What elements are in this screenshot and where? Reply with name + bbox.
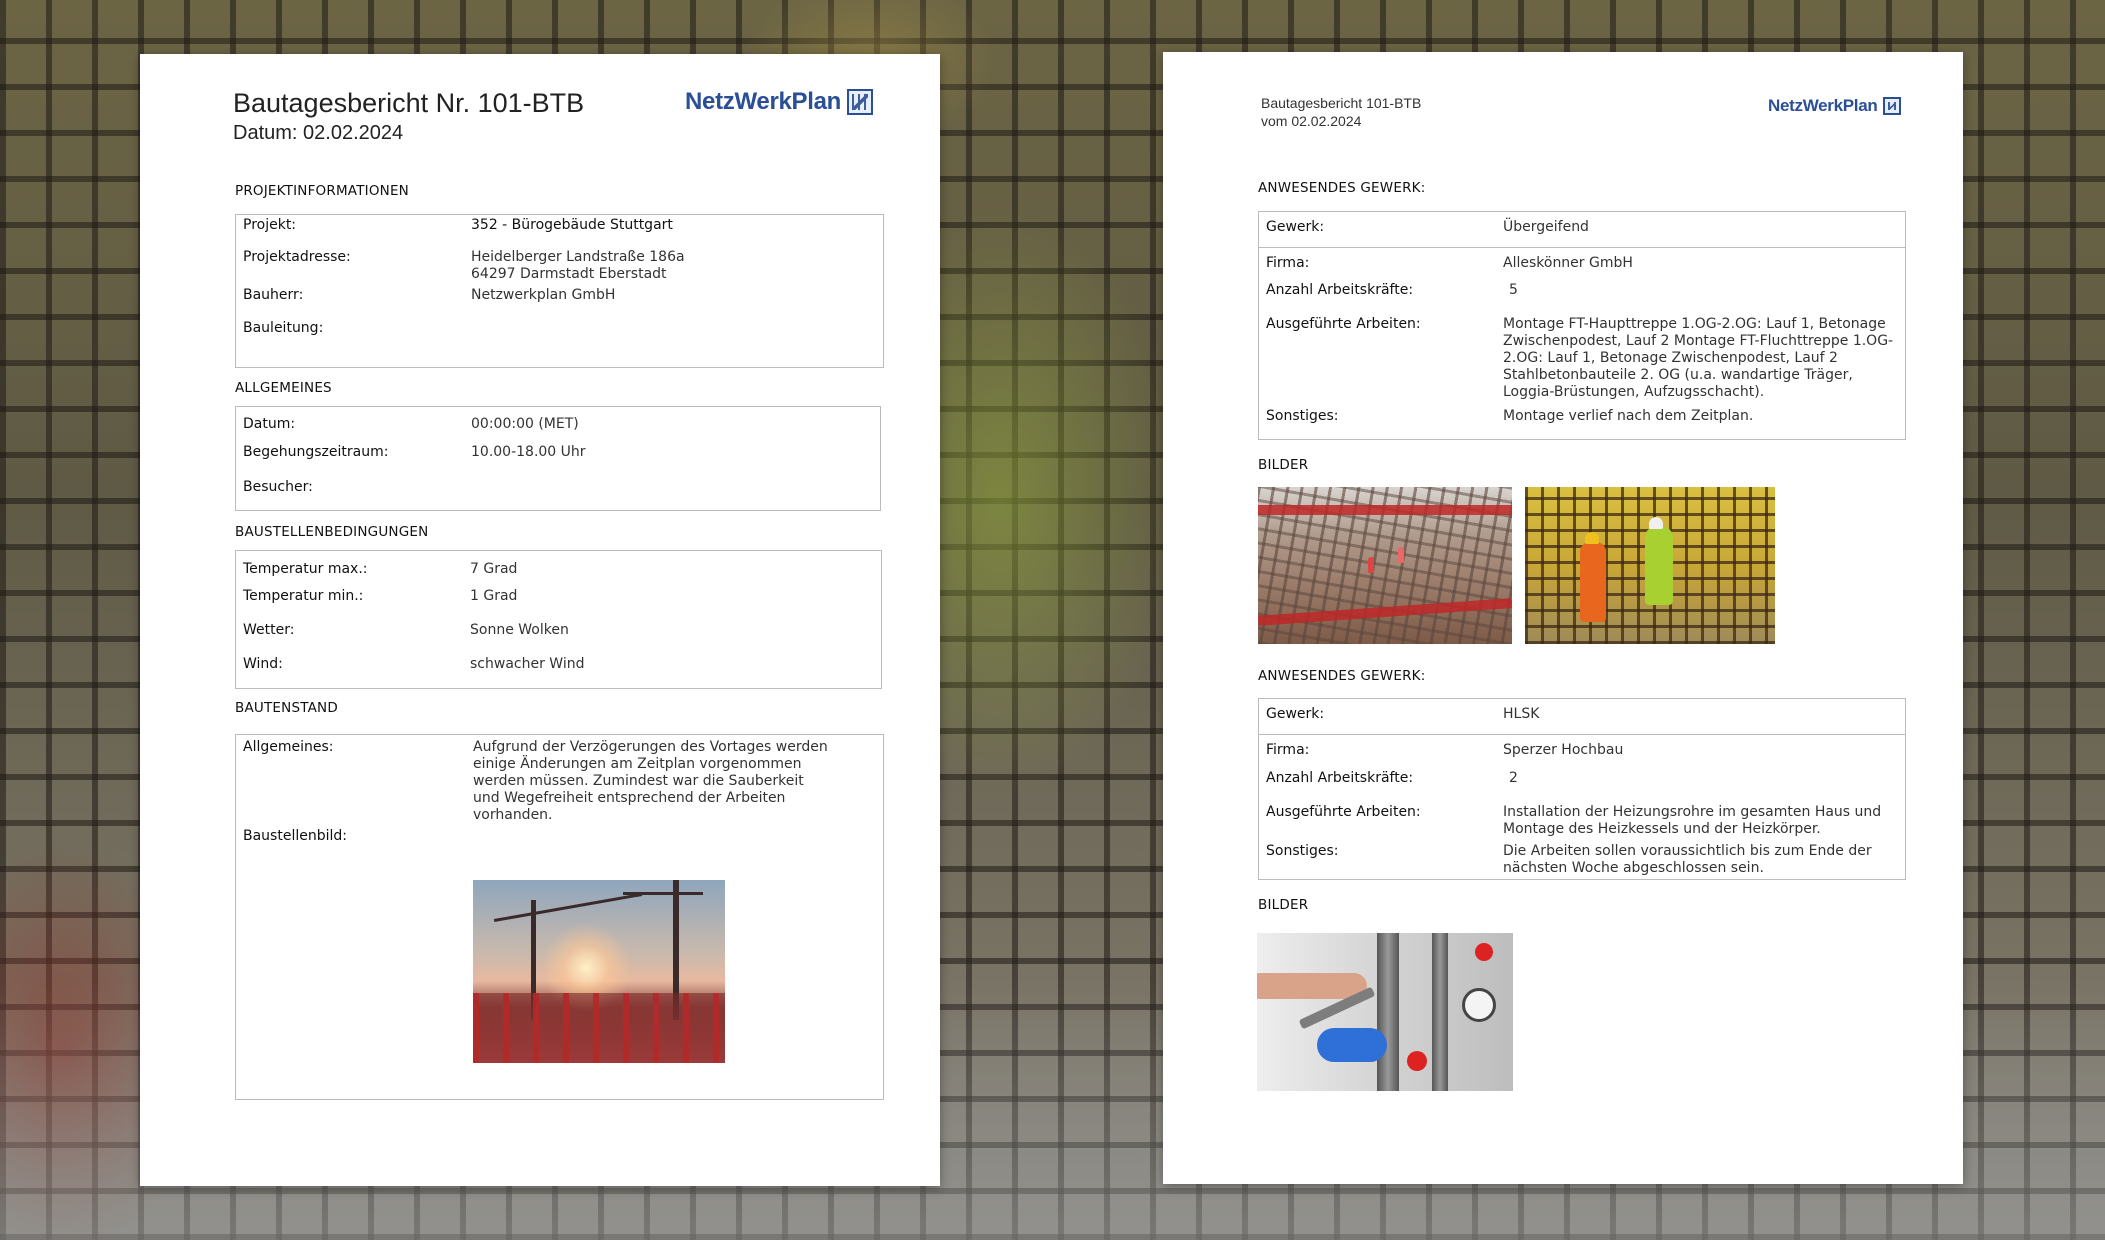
section-gewerk-1: ANWESENDES GEWERK:: [1258, 180, 1426, 196]
value-datum: 00:00:00 (MET): [471, 416, 579, 432]
value-gewerk: Übergeifend: [1503, 219, 1589, 235]
brand-name-small: NetzWerkPlan: [1768, 96, 1878, 115]
label-sonstiges: Sonstiges:: [1266, 408, 1339, 424]
brand-logo: NetzWerkPlan: [685, 88, 874, 116]
value-wind: schwacher Wind: [470, 656, 585, 672]
value-bauherr: Netzwerkplan GmbH: [471, 287, 616, 303]
label-anzahl-arbeitskraefte: Anzahl Arbeitskräfte:: [1266, 770, 1414, 786]
arbeiten-line4: Stahlbetonbauteile 2. OG (u.a. wandartig…: [1503, 367, 1853, 383]
gewerk2-divider: [1259, 734, 1905, 735]
bautenstand-text-line1: Aufgrund der Verzögerungen des Vortages …: [473, 739, 828, 755]
photo-rebar-workers: [1525, 487, 1775, 644]
label-projekt: Projekt:: [243, 217, 297, 233]
label-ausgefuehrte-arbeiten: Ausgeführte Arbeiten:: [1266, 316, 1421, 332]
value-temperatur-min: 1 Grad: [470, 588, 518, 604]
value-gewerk: HLSK: [1503, 706, 1540, 722]
label-besucher: Besucher:: [243, 479, 313, 495]
arbeiten-line1: Montage FT-Haupttreppe 1.OG-2.OG: Lauf 1…: [1503, 316, 1886, 332]
report-page-1: Bautagesbericht Nr. 101-BTB Datum: 02.02…: [140, 54, 940, 1186]
value-temperatur-max: 7 Grad: [470, 561, 518, 577]
label-projektadresse: Projektadresse:: [243, 249, 351, 265]
bautenstand-text-line5: vorhanden.: [473, 807, 553, 823]
label-gewerk: Gewerk:: [1266, 706, 1325, 722]
arbeiten-line3: 2.OG: Lauf 1, Betonage Zwischenpodest, L…: [1503, 350, 1838, 366]
value-sonstiges: Montage verlief nach dem Zeitplan.: [1503, 408, 1754, 424]
label-sonstiges: Sonstiges:: [1266, 843, 1339, 859]
label-baustellenbild: Baustellenbild:: [243, 828, 347, 844]
photo-heating-installation: [1257, 933, 1513, 1091]
value-firma: Alleskönner GmbH: [1503, 255, 1633, 271]
value-wetter: Sonne Wolken: [470, 622, 569, 638]
brand-logo-small: NetzWerkPlan: [1768, 96, 1902, 116]
bautenstand-text-line4: und Wegefreiheit entsprechend der Arbeit…: [473, 790, 786, 806]
label-anzahl-arbeitskraefte: Anzahl Arbeitskräfte:: [1266, 282, 1414, 298]
label-bauherr: Bauherr:: [243, 287, 304, 303]
page2-header-date: vom 02.02.2024: [1261, 113, 1362, 129]
brand-name: NetzWerkPlan: [685, 88, 842, 115]
label-allgemeines-bautenstand: Allgemeines:: [243, 739, 334, 755]
allgemeines-box: Datum: 00:00:00 (MET) Begehungszeitraum:…: [235, 406, 881, 511]
value-firma: Sperzer Hochbau: [1503, 742, 1624, 758]
gewerk1-box: Gewerk: Übergeifend Firma: Alleskönner G…: [1258, 211, 1906, 440]
logo-icon: [847, 89, 874, 115]
page2-header-title: Bautagesbericht 101-BTB: [1261, 95, 1422, 111]
gewerk1-divider: [1259, 247, 1905, 248]
bautenstand-text-line3: werden müssen. Zumindest war die Sauberk…: [473, 773, 804, 789]
section-projektinformationen: PROJEKTINFORMATIONEN: [235, 183, 409, 199]
arbeiten-line1: Installation der Heizungsrohre im gesamt…: [1503, 804, 1882, 820]
logo-icon: [1883, 97, 1902, 115]
label-begehungszeitraum: Begehungszeitraum:: [243, 444, 389, 460]
section-gewerk-2: ANWESENDES GEWERK:: [1258, 668, 1426, 684]
report-title: Bautagesbericht Nr. 101-BTB: [233, 88, 585, 118]
sonstiges-line1: Die Arbeiten sollen voraussichtlich bis …: [1503, 843, 1872, 859]
baustellenbild-photo: [473, 880, 725, 1063]
section-baustellenbedingungen: BAUSTELLENBEDINGUNGEN: [235, 524, 429, 540]
label-gewerk: Gewerk:: [1266, 219, 1325, 235]
arbeiten-line2: Zwischenpodest, Lauf 2 Montage FT-Flucht…: [1503, 333, 1894, 349]
bautenstand-text-line2: einige Änderungen am Zeitplan vorgenomme…: [473, 756, 802, 772]
arbeiten-line2: Montage des Heizkessels und der Heizkörp…: [1503, 821, 1821, 837]
photo-concrete-deck: [1258, 487, 1512, 644]
value-projekt: 352 - Bürogebäude Stuttgart: [471, 217, 673, 233]
section-bautenstand: BAUTENSTAND: [235, 700, 338, 716]
section-bilder-2: BILDER: [1258, 897, 1309, 913]
report-page-2: Bautagesbericht 101-BTB vom 02.02.2024 N…: [1163, 52, 1963, 1184]
value-anzahl-arbeitskraefte: 2: [1509, 770, 1518, 786]
sonstiges-line2: nächsten Woche abgeschlossen sein.: [1503, 860, 1764, 876]
label-temperatur-max: Temperatur max.:: [243, 561, 368, 577]
arbeiten-line5: Loggia-Brüstungen, Aufzugsschacht).: [1503, 384, 1765, 400]
bautenstand-box: Allgemeines: Aufgrund der Verzögerungen …: [235, 734, 884, 1100]
value-projektadresse-line1: Heidelberger Landstraße 186a: [471, 249, 685, 265]
section-bilder-1: BILDER: [1258, 457, 1309, 473]
section-allgemeines: ALLGEMEINES: [235, 380, 332, 396]
label-wind: Wind:: [243, 656, 283, 672]
bedingungen-box: Temperatur max.: 7 Grad Temperatur min.:…: [235, 550, 882, 689]
label-datum: Datum:: [243, 416, 296, 432]
label-bauleitung: Bauleitung:: [243, 320, 324, 336]
label-ausgefuehrte-arbeiten: Ausgeführte Arbeiten:: [1266, 804, 1421, 820]
value-begehungszeitraum: 10.00-18.00 Uhr: [471, 444, 586, 460]
label-temperatur-min: Temperatur min.:: [243, 588, 364, 604]
report-date: Datum: 02.02.2024: [233, 122, 404, 144]
label-wetter: Wetter:: [243, 622, 295, 638]
label-firma: Firma:: [1266, 255, 1310, 271]
gewerk2-box: Gewerk: HLSK Firma: Sperzer Hochbau Anza…: [1258, 698, 1906, 880]
label-firma: Firma:: [1266, 742, 1310, 758]
value-projektadresse-line2: 64297 Darmstadt Eberstadt: [471, 266, 667, 282]
projektinfo-box: Projekt: 352 - Bürogebäude Stuttgart Pro…: [235, 214, 884, 368]
value-anzahl-arbeitskraefte: 5: [1509, 282, 1518, 298]
